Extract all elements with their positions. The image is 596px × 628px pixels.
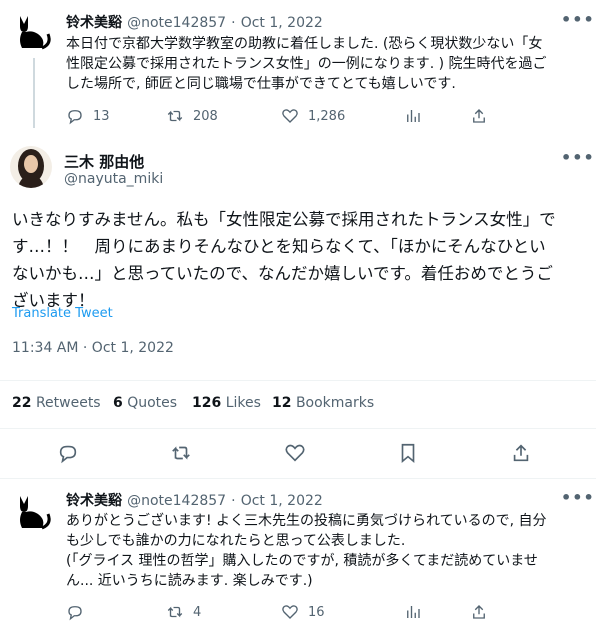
tweet-date[interactable]: Oct 1, 2022 [241,493,323,509]
bookmark-button[interactable] [397,442,419,468]
quotes-number: 6 [113,395,123,411]
tweet-text: 本日付で京都大学数学教室の助教に着任しました. (恐らく現状数少ない「女 性限定… [66,34,586,94]
cat-avatar[interactable] [12,490,56,534]
retweet-button[interactable]: 208 [166,107,218,125]
likes-number: 126 [192,395,222,411]
tweet-text: ありがとうございます! よく三木先生の投稿に勇気づけられているので, 自分 も少… [66,511,588,591]
bookmarks-stat[interactable]: 12 Bookmarks [272,395,374,411]
views-button[interactable] [404,107,422,125]
divider [0,428,596,429]
tweet-line: 本日付で京都大学数学教室の助教に着任しました. (恐らく現状数少ない「女 [66,36,543,52]
divider [0,478,596,479]
more-icon[interactable]: ••• [561,148,595,167]
bookmarks-number: 12 [272,395,292,411]
bookmarks-label: Bookmarks [295,395,375,411]
like-icon [282,605,298,619]
author-handle[interactable]: @note142857 [127,493,226,509]
tweet-line: す…！！ 周りにあまりそんなひとを知らなくて、「ほかにそんなひとい [12,237,546,256]
divider [0,380,596,381]
tweet-line: (「グライス 理性の哲学」購入したのですが, 積読が多くてまだ読めていませ [66,553,538,569]
retweets-stat[interactable]: 22 Retweets [12,395,101,411]
views-icon [407,606,420,618]
profile-photo-icon [18,149,44,188]
share-icon [513,444,529,462]
bookmark-icon [401,443,415,464]
retweet-button[interactable] [170,442,192,468]
views-icon [407,110,420,122]
dot-separator: · [231,15,236,31]
reply-count: 13 [93,108,110,124]
share-button[interactable] [470,603,488,621]
reply-icon [59,445,77,464]
author-handle[interactable]: @nayuta_miki [64,171,163,187]
quotes-stat[interactable]: 6 Quotes [113,395,177,411]
tweet-line: ありがとうございます! よく三木先生の投稿に勇気づけられているので, 自分 [66,513,547,529]
cat-avatar[interactable] [12,10,56,54]
retweet-icon [172,446,190,460]
like-count: 1,286 [308,108,346,124]
like-icon [282,109,298,123]
share-icon [473,109,485,123]
more-icon[interactable]: ••• [561,10,595,29]
retweet-count: 208 [193,108,218,124]
author-name[interactable]: 铃术美谿 [66,15,122,31]
share-button[interactable] [510,442,532,468]
tweet-line: 性限定公募で採用されたトランス女性」の一例になります. ) 院生時代を過ご [66,56,547,72]
tweet-line: ん... 近いうちに読みます. 楽しみです.) [66,573,313,589]
reply-icon [68,110,82,125]
likes-label: Likes [225,395,261,411]
reply-button[interactable] [57,442,79,468]
dot-separator: · [231,493,236,509]
share-button[interactable] [470,107,488,125]
avatar[interactable] [10,146,52,188]
views-button[interactable] [404,603,422,621]
share-icon [473,605,485,619]
translate-tweet-link[interactable]: Translate Tweet [12,306,113,321]
tweet-date[interactable]: Oct 1, 2022 [241,15,323,31]
retweet-icon [167,606,183,618]
tweet-line: も少しでも誰かの力になれたらと思って公表しました. [66,533,406,549]
quotes-label: Quotes [127,395,178,411]
tweet-text: いきなりすみません。私も「女性限定公募で採用されたトランス女性」で す…！！ 周… [12,206,592,314]
retweet-button[interactable]: 4 [166,603,201,621]
author-name[interactable]: 三木 那由他 [64,151,144,172]
tweet-line: した場所で, 師匠と同じ職場で仕事ができてとても嬉しいです. [66,76,456,92]
reply-button[interactable]: 13 [66,107,110,125]
like-icon [285,444,305,462]
likes-stat[interactable]: 126 Likes [192,395,261,411]
tweet-header: 铃术美谿 @note142857 · Oct 1, 2022 [66,12,323,32]
reply-icon [68,606,82,621]
like-button[interactable]: 1,286 [281,107,345,125]
tweet-timestamp[interactable]: 11:34 AM · Oct 1, 2022 [12,340,174,356]
more-icon[interactable]: ••• [561,488,595,507]
like-count: 16 [308,604,325,620]
author-name[interactable]: 铃术美谿 [66,493,122,509]
like-button[interactable]: 16 [281,603,325,621]
author-handle[interactable]: @note142857 [127,15,226,31]
thread-line [33,58,35,128]
tweet-line: いきなりすみません。私も「女性限定公募で採用されたトランス女性」で [12,210,556,229]
like-button[interactable] [284,442,306,468]
tweet-line: ないかも…」と思っていたので、なんだか嬉しいです。着任おめでとうご [12,264,553,283]
retweet-count: 4 [193,604,202,620]
reply-button[interactable] [66,603,84,621]
retweets-number: 22 [12,395,32,411]
retweet-icon [167,110,183,122]
tweet-header: 铃术美谿 @note142857 · Oct 1, 2022 [66,490,323,510]
retweets-label: Retweets [35,395,101,411]
